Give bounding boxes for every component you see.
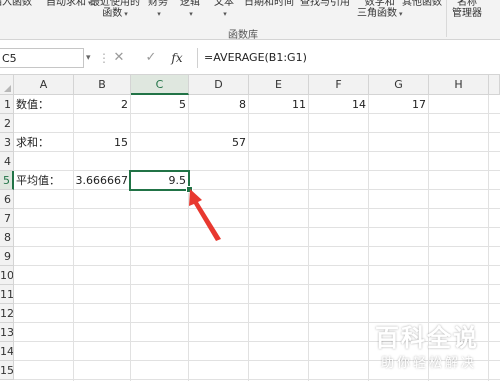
- chevron-down-icon: ▾: [124, 10, 128, 18]
- cell-b1[interactable]: 2: [74, 95, 130, 114]
- chevron-down-icon: ▾: [189, 10, 193, 18]
- insert-function-icon[interactable]: fx: [166, 48, 188, 68]
- gridline: [14, 265, 500, 266]
- row-header-5[interactable]: 5: [0, 171, 14, 190]
- row-header-10[interactable]: 10: [0, 266, 14, 285]
- lookup-reference-button[interactable]: 查找与引用: [300, 0, 350, 8]
- row-header-2[interactable]: 2: [0, 114, 14, 133]
- cell-g1[interactable]: 17: [369, 95, 428, 114]
- autosum-button[interactable]: 自动求和 ▾: [46, 0, 92, 9]
- column-header-f[interactable]: F: [309, 75, 369, 95]
- gridline: [14, 379, 500, 380]
- column-header-c[interactable]: C: [131, 75, 189, 95]
- row-header-12[interactable]: 12: [0, 304, 14, 323]
- cell-f1[interactable]: 14: [309, 95, 368, 114]
- cell-b3[interactable]: 15: [74, 133, 130, 152]
- gridline: [308, 95, 309, 381]
- name-box[interactable]: C5: [0, 48, 84, 68]
- chevron-down-icon: ▾: [157, 10, 161, 18]
- ribbon-group-label: 函数库: [228, 30, 258, 40]
- ribbon-divider: [446, 0, 447, 37]
- cell-a3[interactable]: 求和：: [14, 133, 73, 152]
- column-header-b[interactable]: B: [74, 75, 131, 95]
- logical-button[interactable]: 逻辑 ▾: [180, 0, 200, 20]
- formulas-ribbon: 插入函数 自动求和▾ 最近使用的函数▾ 财务▾ 逻辑▾ 文本▾ 日期和时间 查找…: [0, 0, 500, 40]
- row-header-3[interactable]: 3: [0, 133, 14, 152]
- gridline: [130, 95, 131, 381]
- formula-bar: C5 ▾ ⋮ ✕ ✓ fx =AVERAGE(B1:G1): [0, 40, 500, 75]
- row-header-9[interactable]: 9: [0, 247, 14, 266]
- row-header-4[interactable]: 4: [0, 152, 14, 171]
- row-header-8[interactable]: 8: [0, 228, 14, 247]
- formula-input[interactable]: =AVERAGE(B1:G1): [197, 48, 500, 68]
- arrow-shape: [189, 189, 221, 241]
- cancel-icon[interactable]: ✕: [108, 48, 130, 68]
- gridline: [368, 95, 369, 381]
- financial-button[interactable]: 财务 ▾: [148, 0, 168, 20]
- name-manager-button[interactable]: 名称 管理器: [452, 0, 482, 19]
- row-header-14[interactable]: 14: [0, 342, 14, 361]
- cell-a1[interactable]: 数值：: [14, 95, 73, 114]
- row-header-1[interactable]: 1: [0, 95, 14, 114]
- watermark-tagline: 助你轻松解决: [381, 356, 478, 371]
- select-all-button[interactable]: [0, 75, 14, 95]
- gridline: [248, 95, 249, 381]
- row-header-13[interactable]: 13: [0, 323, 14, 342]
- cell-c1[interactable]: 5: [131, 95, 188, 114]
- more-functions-button[interactable]: 其他函数: [402, 0, 442, 8]
- cell-e1[interactable]: 11: [249, 95, 308, 114]
- gridline: [14, 284, 500, 285]
- chevron-down-icon: ▾: [223, 10, 227, 18]
- cell-a5[interactable]: 平均值：: [14, 171, 73, 190]
- cell-b5[interactable]: 3.666667: [74, 171, 130, 190]
- column-header-d[interactable]: D: [189, 75, 249, 95]
- gridline: [14, 227, 500, 228]
- column-header-a[interactable]: A: [14, 75, 74, 95]
- watermark-logo: 百科全说: [375, 324, 479, 352]
- recently-used-button[interactable]: 最近使用的 函数 ▾: [90, 0, 140, 20]
- enter-icon[interactable]: ✓: [140, 48, 162, 68]
- row-header-11[interactable]: 11: [0, 285, 14, 304]
- insert-function-button[interactable]: 插入函数: [0, 0, 32, 8]
- text-button[interactable]: 文本 ▾: [214, 0, 234, 20]
- column-header-h[interactable]: H: [429, 75, 489, 95]
- chevron-down-icon[interactable]: ▾: [86, 48, 91, 68]
- chevron-down-icon: ▾: [399, 10, 403, 18]
- cell-d3[interactable]: 57: [189, 133, 248, 152]
- cell-d1[interactable]: 8: [189, 95, 248, 114]
- gridline: [488, 95, 489, 381]
- column-header-g[interactable]: G: [369, 75, 429, 95]
- date-time-button[interactable]: 日期和时间: [244, 0, 294, 8]
- column-header-e[interactable]: E: [249, 75, 309, 95]
- math-trig-button[interactable]: 数学和 三角函数 ▾: [357, 0, 403, 20]
- row-header-6[interactable]: 6: [0, 190, 14, 209]
- column-header-next[interactable]: [489, 75, 500, 95]
- gridline: [14, 303, 500, 304]
- row-header-15[interactable]: 15: [0, 361, 14, 380]
- gridline: [14, 208, 500, 209]
- gridline: [14, 246, 500, 247]
- annotation-arrow: [189, 189, 221, 241]
- row-header-7[interactable]: 7: [0, 209, 14, 228]
